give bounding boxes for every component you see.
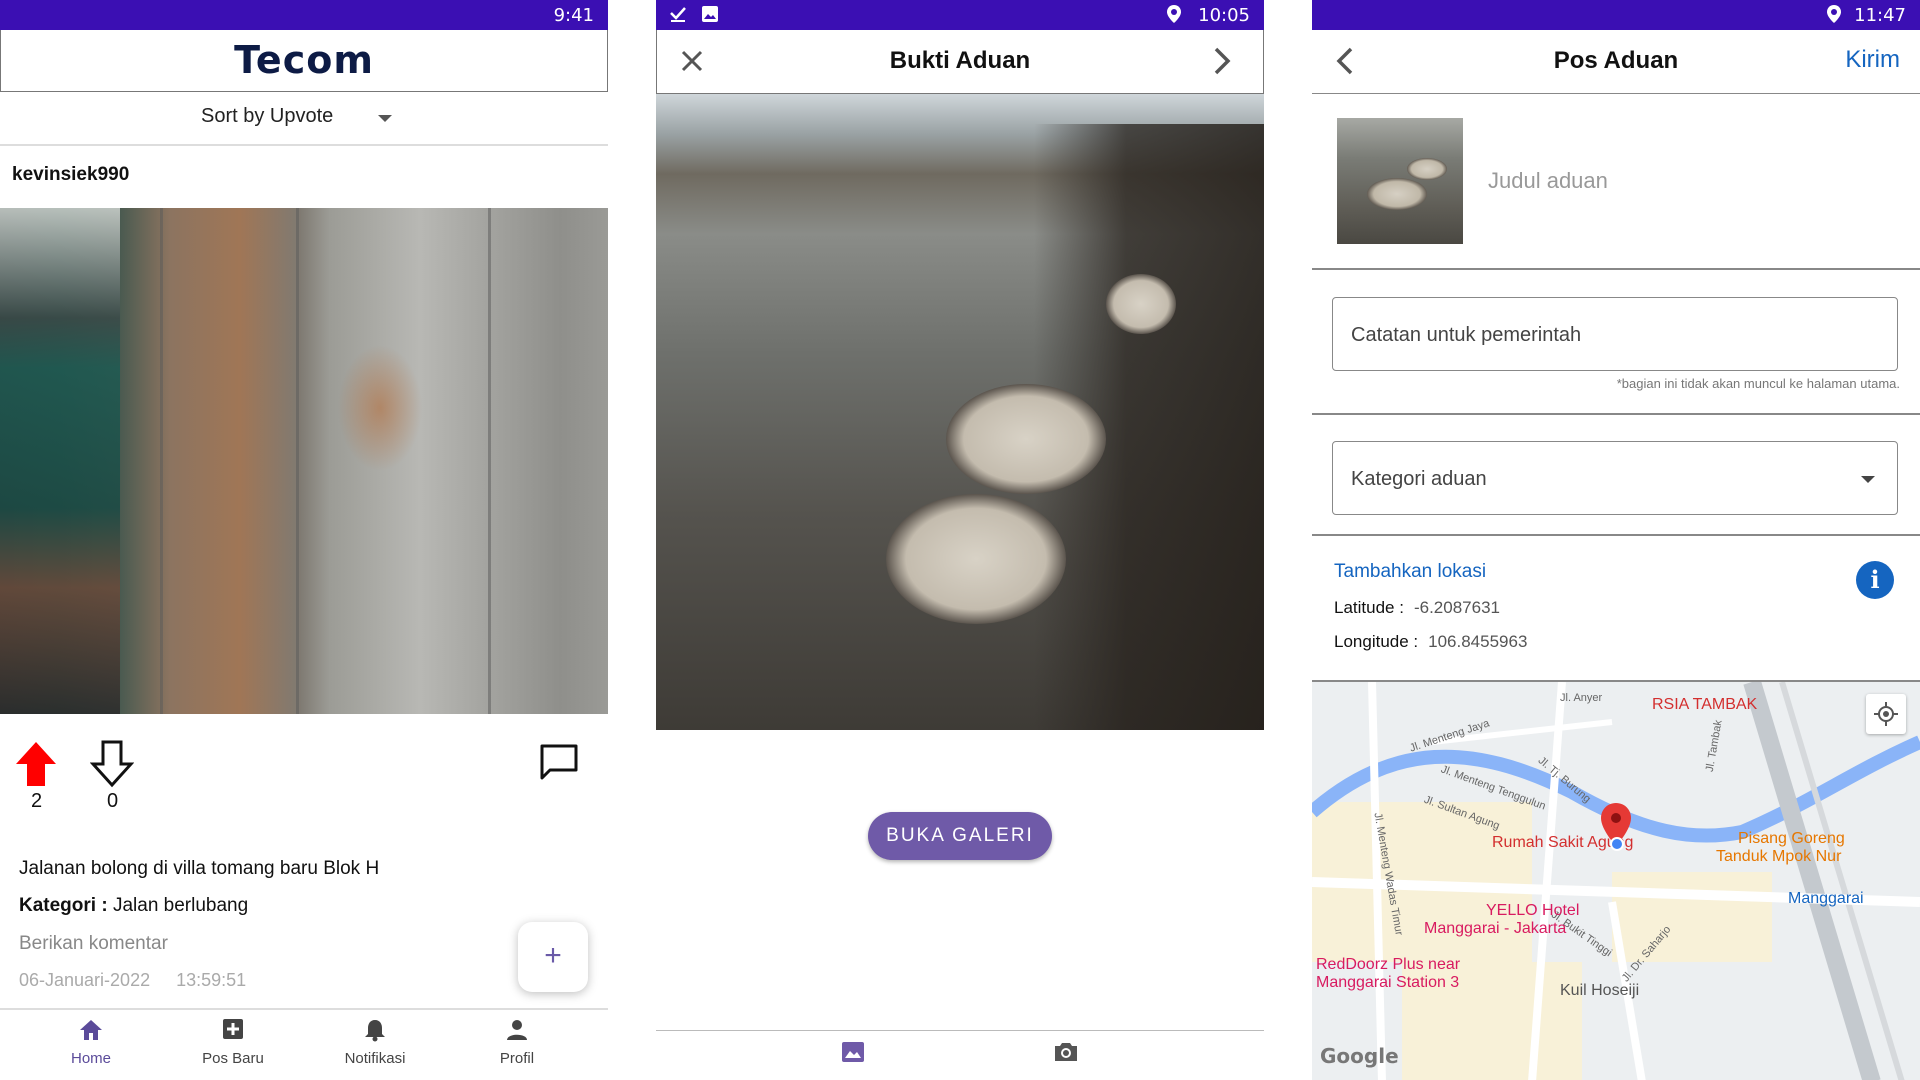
- page-title: Bukti Aduan: [889, 47, 1031, 74]
- image-notification-icon: [702, 6, 718, 22]
- downvote-count: 0: [107, 790, 119, 812]
- divider: [1312, 534, 1920, 536]
- camera-tab[interactable]: [1052, 1039, 1082, 1069]
- chevron-right-icon: [1214, 47, 1231, 75]
- map-place-yello-2: Manggarai - Jakarta: [1424, 920, 1567, 937]
- nav-profile-label: Profil: [499, 1050, 535, 1067]
- upvote-button[interactable]: [14, 740, 64, 790]
- post-description: Jalanan bolong di villa tomang baru Blok…: [19, 858, 380, 879]
- location-pin-icon: [1827, 5, 1841, 23]
- status-bar: 9:41: [0, 0, 608, 30]
- google-logo: Google: [1320, 1044, 1399, 1068]
- sort-dropdown[interactable]: Sort by Upvote: [0, 92, 608, 146]
- post-complaint-screen: 11:47 Pos Aduan Kirim Judul aduan Catata…: [1312, 0, 1920, 1080]
- add-box-icon: [223, 1019, 243, 1039]
- upvote-count: 2: [31, 790, 43, 812]
- my-location-button[interactable]: [1866, 694, 1906, 734]
- comment-button[interactable]: [538, 742, 582, 786]
- status-time: 9:41: [553, 5, 594, 26]
- complaint-title-input[interactable]: Judul aduan: [1488, 168, 1608, 194]
- status-bar: 10:05: [656, 0, 1264, 30]
- post-timestamp: 06-Januari-2022 13:59:51: [19, 970, 246, 991]
- title-section: Judul aduan: [1312, 94, 1920, 270]
- post-time: 13:59:51: [176, 970, 247, 990]
- nav-profile[interactable]: Profil: [452, 1018, 582, 1067]
- upvote-arrow-icon: [16, 742, 56, 786]
- app-bar: Bukti Aduan: [656, 30, 1264, 94]
- map-roads: [1312, 682, 1920, 1080]
- evidence-screen: 10:05 Bukti Aduan BUKA GALERI: [656, 0, 1264, 1080]
- dropdown-arrow-icon: [1861, 476, 1875, 483]
- note-hint: *bagian ini tidak akan muncul ke halaman…: [1616, 376, 1900, 391]
- post-photo[interactable]: [0, 208, 608, 714]
- note-placeholder: Catatan untuk pemerintah: [1351, 324, 1582, 346]
- map-place-rsia: RSIA TAMBAK: [1652, 696, 1758, 713]
- bell-icon: [365, 1020, 385, 1042]
- home-icon: [80, 1020, 102, 1040]
- nav-home[interactable]: Home: [26, 1018, 156, 1067]
- image-icon: [842, 1042, 864, 1062]
- location-map[interactable]: Jl. Anyer Jl. Menteng Jaya Jl. Tj. Burun…: [1312, 680, 1920, 1080]
- person-icon: [507, 1020, 527, 1040]
- nav-new-post-label: Pos Baru: [202, 1050, 264, 1067]
- evidence-photo: [656, 94, 1264, 730]
- crosshair-icon: [1874, 702, 1898, 726]
- category-select[interactable]: Kategori aduan: [1332, 441, 1898, 515]
- location-pin-icon: [1167, 5, 1181, 23]
- nav-home-label: Home: [70, 1050, 111, 1067]
- bottom-navigation: Home Pos Baru Notifikasi Profil: [0, 1008, 608, 1080]
- divider: [1312, 413, 1920, 415]
- page-title: Pos Aduan: [1553, 47, 1679, 74]
- source-toolbar: [656, 1030, 1264, 1080]
- note-input[interactable]: Catatan untuk pemerintah: [1332, 297, 1898, 371]
- latitude-row: Latitude : -6.2087631: [1334, 598, 1500, 618]
- downvote-arrow-icon: [89, 740, 135, 788]
- latitude-value: -6.2087631: [1413, 598, 1500, 617]
- category-placeholder: Kategori aduan: [1351, 468, 1487, 490]
- download-done-icon: [670, 7, 686, 22]
- longitude-value: 106.8455963: [1428, 632, 1528, 651]
- sort-label: Sort by Upvote: [201, 105, 334, 127]
- status-time: 11:47: [1854, 5, 1906, 26]
- app-bar: Tecom: [0, 30, 608, 92]
- next-button[interactable]: [1211, 46, 1241, 78]
- map-place-reddoorz-2: Manggarai Station 3: [1316, 974, 1460, 991]
- category-value: Jalan berlubang: [112, 895, 249, 916]
- status-bar: 11:47: [1312, 0, 1920, 30]
- longitude-label: Longitude :: [1334, 632, 1419, 651]
- add-location-link[interactable]: Tambahkan lokasi: [1334, 561, 1486, 583]
- category-label: Kategori :: [19, 895, 108, 916]
- post-username[interactable]: kevinsiek990: [12, 164, 129, 186]
- dropdown-arrow-icon: [378, 115, 392, 122]
- post-category: Kategori : Jalan berlubang: [19, 895, 248, 917]
- send-button[interactable]: Kirim: [1845, 46, 1900, 74]
- complaint-thumbnail[interactable]: [1337, 118, 1463, 244]
- open-gallery-button[interactable]: BUKA GALERI: [868, 812, 1052, 860]
- comment-input[interactable]: Berikan komentar: [19, 933, 168, 955]
- camera-icon: [1055, 1043, 1077, 1061]
- map-place-yello-1: YELLO Hotel: [1486, 902, 1580, 919]
- map-place-pisang-1: Pisang Goreng: [1738, 830, 1845, 847]
- map-place-reddoorz-1: RedDoorz Plus near: [1316, 956, 1461, 973]
- status-time: 10:05: [1198, 5, 1250, 26]
- app-bar: Pos Aduan Kirim: [1312, 30, 1920, 94]
- app-logo: Tecom: [234, 38, 374, 82]
- feed-screen: 9:41 Tecom Sort by Upvote kevinsiek990 2…: [0, 0, 608, 1080]
- comment-icon: [540, 744, 578, 780]
- longitude-row: Longitude : 106.8455963: [1334, 632, 1527, 652]
- map-place-manggarai: Manggarai: [1788, 890, 1864, 907]
- post-date: 06-Januari-2022: [19, 970, 151, 990]
- map-place-pisang-2: Tanduk Mpok Nur: [1716, 848, 1842, 865]
- map-place-kuil: Kuil Hoseiji: [1560, 982, 1640, 999]
- nav-notifications-label: Notifikasi: [344, 1050, 406, 1067]
- nav-notifications[interactable]: Notifikasi: [310, 1018, 440, 1067]
- info-icon[interactable]: i: [1856, 561, 1894, 599]
- latitude-label: Latitude :: [1334, 598, 1404, 617]
- new-post-fab[interactable]: +: [518, 922, 588, 992]
- downvote-button[interactable]: [89, 740, 140, 790]
- gallery-tab[interactable]: [840, 1039, 870, 1069]
- nav-new-post[interactable]: Pos Baru: [168, 1018, 298, 1067]
- current-location-dot-icon: [1610, 837, 1624, 851]
